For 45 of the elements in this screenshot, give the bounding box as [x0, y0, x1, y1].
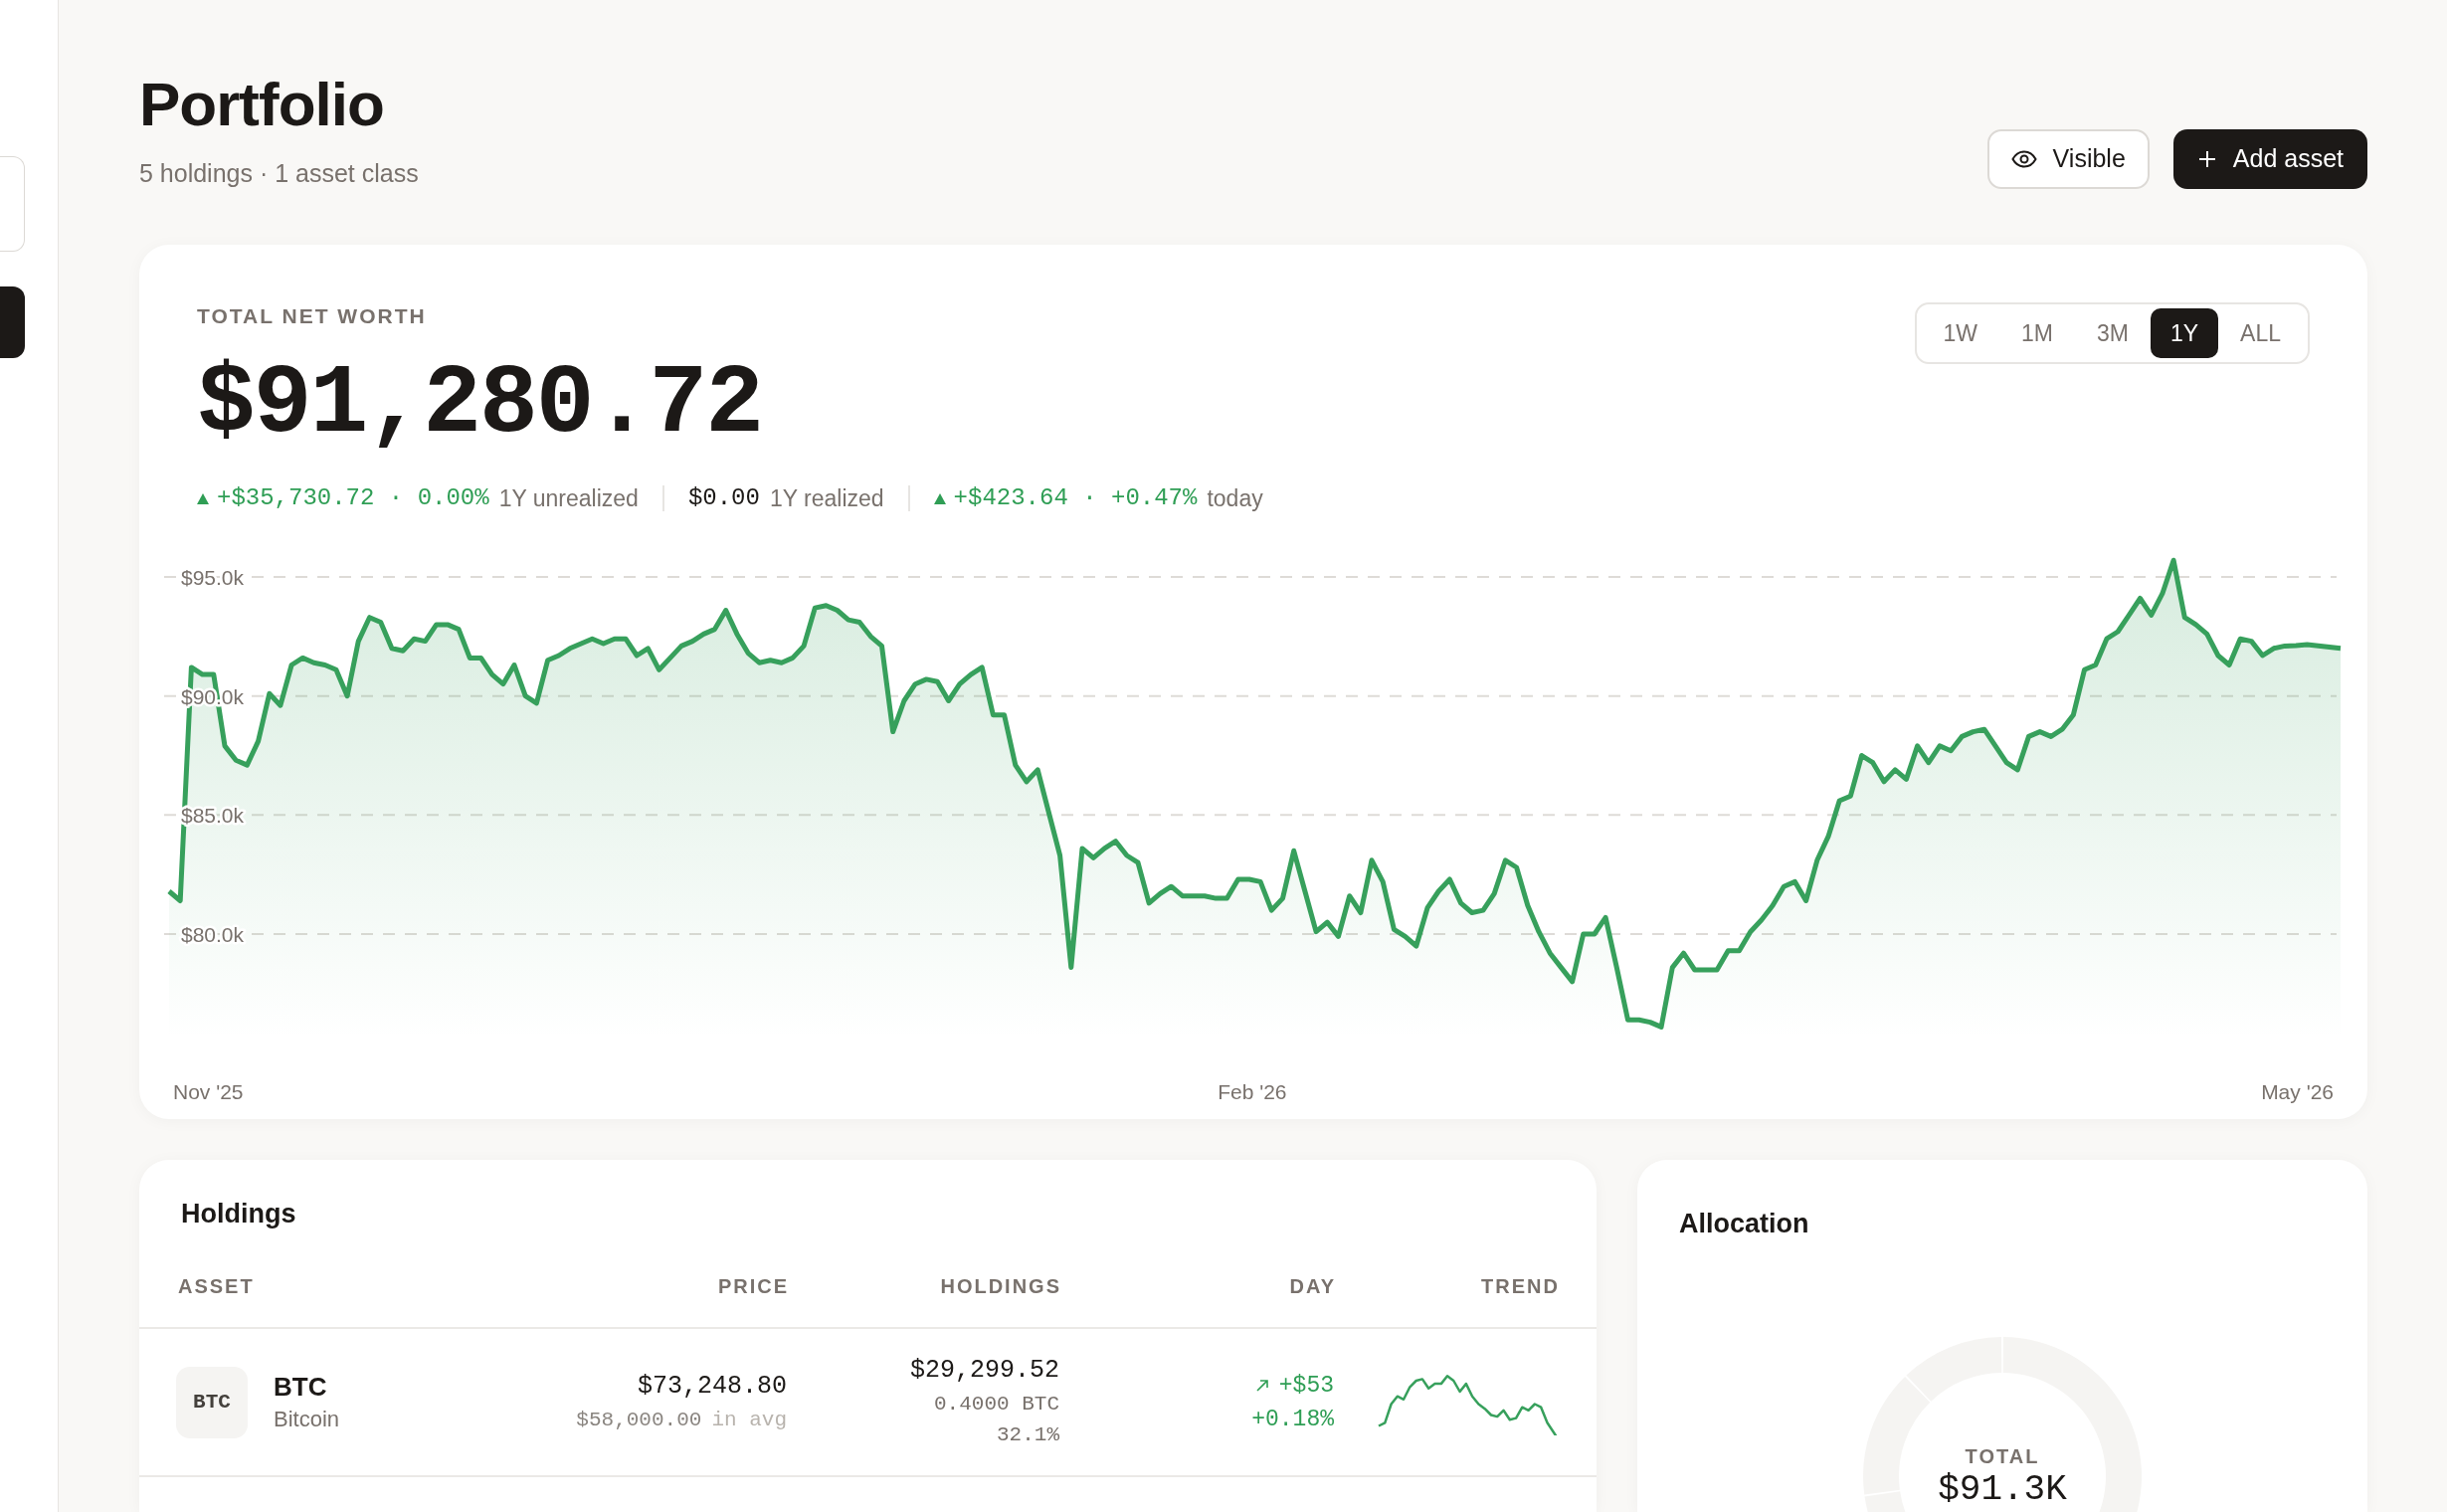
axis-label: $95.0k — [181, 566, 245, 589]
net-worth-value: $91,280.72 — [197, 356, 764, 454]
range-tab[interactable]: 1W — [1921, 308, 1999, 358]
card-title: Holdings — [180, 1198, 297, 1230]
page-title: Portfolio — [139, 69, 385, 140]
column-header: TREND — [1480, 1274, 1560, 1299]
net-worth-label: TOTAL NET WORTH — [197, 303, 428, 329]
avg-cost: $58,000.00 — [576, 1407, 702, 1433]
eye-icon — [2010, 150, 2037, 168]
holding-weight: 32.1% — [997, 1422, 1059, 1448]
visibility-button[interactable]: Visible — [1986, 129, 2150, 189]
axis-label: May '26 — [2261, 1079, 2334, 1105]
summary-value: $0.00 — [687, 483, 760, 513]
total-value: $91.3K — [1938, 1469, 2067, 1511]
column-header: DAY — [1288, 1274, 1336, 1299]
axis-label: Feb '26 — [1218, 1079, 1287, 1105]
summary-value: +$35,730.72 · 0.00% — [217, 483, 489, 513]
range-tab[interactable]: 1Y — [2150, 308, 2219, 358]
day-percent: +0.18% — [1251, 1405, 1334, 1434]
summary-value: +$423.64 · +0.47% — [953, 483, 1198, 513]
asset-badge: BTC — [176, 1366, 248, 1438]
column-header: HOLDINGS — [939, 1274, 1061, 1299]
holding-value: $29,299.52 — [909, 1355, 1059, 1387]
axis-label: $80.0k — [181, 923, 245, 947]
add-asset-button[interactable]: Add asset — [2172, 129, 2367, 189]
avg-label: in avg — [711, 1407, 787, 1433]
range-tab[interactable]: ALL — [2218, 308, 2303, 358]
holding-quantity: 0.4000 BTC — [933, 1392, 1059, 1418]
axis-label: Nov '25 — [173, 1079, 244, 1105]
column-header: ASSET — [178, 1274, 256, 1299]
card-title: Allocation — [1678, 1208, 1810, 1240]
page-subtitle: 5 holdings · 1 asset class — [139, 158, 419, 189]
column-header: PRICE — [716, 1274, 789, 1299]
asset-name: Bitcoin — [274, 1405, 340, 1433]
sidebar-item[interactable] — [0, 286, 25, 358]
asset-symbol: BTC — [274, 1370, 328, 1404]
summary-label: today — [1207, 483, 1263, 513]
day-change: +$53 — [1278, 1371, 1334, 1401]
price-value: $73,248.80 — [637, 1370, 787, 1403]
range-tab[interactable]: 1M — [1999, 308, 2075, 358]
plus-icon — [2196, 149, 2217, 169]
summary-label: 1Y realized — [769, 483, 884, 513]
summary-label: 1Y unrealized — [498, 483, 639, 513]
total-label: TOTAL — [1965, 1444, 2040, 1469]
range-tab[interactable]: 3M — [2074, 308, 2151, 358]
